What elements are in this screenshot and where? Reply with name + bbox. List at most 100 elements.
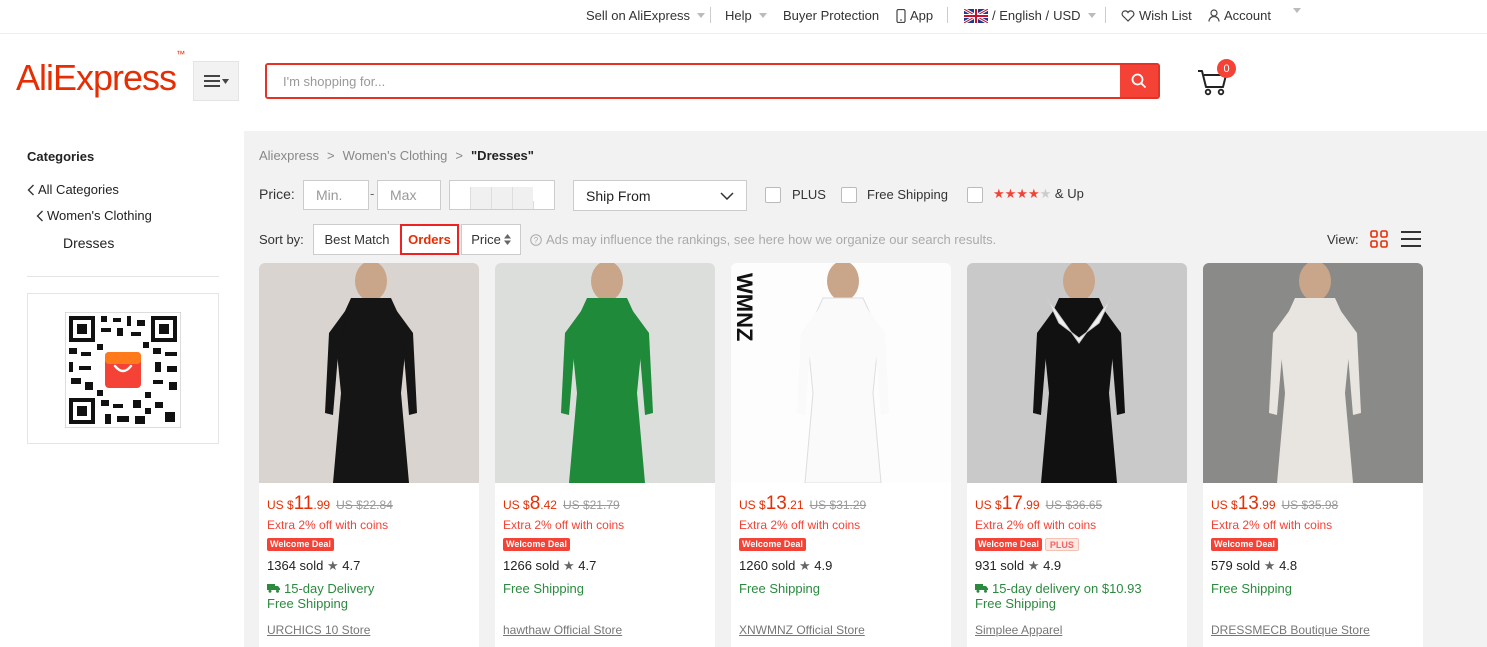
max-price-input[interactable]: Max [377, 180, 441, 210]
chevron-left-icon [36, 210, 43, 221]
current-price: US $8.42 [503, 493, 557, 515]
sort-price-button[interactable]: Price [461, 224, 521, 255]
price-row: US $17.99 US $36.65 [975, 493, 1181, 515]
currency: US $ [503, 498, 530, 512]
price-decimal: .99 [313, 498, 331, 512]
store-link[interactable]: DRESSMECB Boutique Store [1211, 623, 1370, 637]
min-price-input[interactable]: Min. [303, 180, 369, 210]
currency: US $ [739, 498, 766, 512]
account-dropdown[interactable] [1290, 8, 1301, 13]
current-price: US $11.99 [267, 493, 330, 515]
product-image[interactable] [495, 263, 715, 483]
free-shipping-checkbox[interactable] [841, 187, 857, 203]
welcome-deal-badge: Welcome Deal [975, 538, 1042, 551]
badge-row: Welcome Deal [503, 538, 709, 552]
product-image[interactable] [259, 263, 479, 483]
price-distribution-chart[interactable] [449, 180, 555, 210]
sold-rating-row: 1364 sold ★ 4.7 [267, 558, 473, 574]
coins-offer: Extra 2% off with coins [1211, 518, 1333, 532]
product-card[interactable]: US $11.99 US $22.84 Extra 2% off with co… [259, 263, 479, 647]
sold-rating-row: 1260 sold ★ 4.9 [739, 558, 945, 574]
app-link[interactable]: App [896, 8, 933, 23]
breadcrumb-item[interactable]: Women's Clothing [343, 148, 448, 163]
categories-menu-button[interactable] [193, 61, 239, 101]
sidebar-item-all-categories[interactable]: All Categories [27, 182, 119, 197]
brand-text: WMNZ [732, 273, 757, 341]
price-bar [512, 186, 533, 209]
product-image[interactable] [967, 263, 1187, 483]
search-input[interactable] [267, 65, 1120, 97]
help-label: Help [725, 8, 752, 23]
ship-from-dropdown[interactable]: Ship From [573, 180, 747, 211]
caret-down-icon [221, 78, 229, 84]
breadcrumb-item[interactable]: Aliexpress [259, 148, 319, 163]
product-card[interactable]: US $17.99 US $36.65 Extra 2% off with co… [967, 263, 1187, 647]
product-info: US $13.21 US $31.29 Extra 2% off with co… [739, 493, 945, 596]
sell-on-aliexpress-link[interactable]: Sell on AliExpress [586, 8, 706, 23]
product-image[interactable] [1203, 263, 1423, 483]
coins-offer: Extra 2% off with coins [503, 518, 625, 532]
list-view-icon[interactable] [1401, 231, 1421, 247]
price-bar [533, 200, 554, 209]
buyer-protection-label: Buyer Protection [783, 8, 880, 23]
plus-checkbox[interactable] [765, 187, 781, 203]
sort-best-match-button[interactable]: Best Match [313, 224, 401, 255]
sort-price-label: Price [471, 232, 501, 247]
sold-rating-row: 1266 sold ★ 4.7 [503, 558, 709, 574]
price-decimal: .99 [1258, 498, 1276, 512]
ads-notice-text: Ads may influence the rankings, see here… [546, 232, 997, 247]
current-price: US $13.21 [739, 493, 804, 515]
chevron-down-icon [697, 13, 706, 18]
store-link[interactable]: URCHICS 10 Store [267, 623, 370, 637]
store-link[interactable]: Simplee Apparel [975, 623, 1062, 637]
rating-value: 4.9 [1043, 558, 1062, 573]
coins-offer: Extra 2% off with coins [975, 518, 1097, 532]
rating-filter: ★★★★★ & Up [993, 186, 1084, 202]
aliexpress-logo[interactable]: AliExpress™ [16, 49, 185, 99]
rating-value: 4.8 [1279, 558, 1298, 573]
rating-checkbox[interactable] [967, 187, 983, 203]
logo-text: AliExpress [16, 57, 177, 98]
store-link[interactable]: XNWMNZ Official Store [739, 623, 865, 637]
product-image[interactable]: WMNZ [731, 263, 951, 483]
current-price: US $17.99 [975, 493, 1040, 515]
truck-icon [267, 584, 280, 593]
sort-by-label: Sort by: [259, 232, 304, 247]
sold-rating-row: 931 sold ★ 4.9 [975, 558, 1181, 574]
product-card[interactable]: US $13.99 US $35.98 Extra 2% off with co… [1203, 263, 1423, 647]
cart-button[interactable]: 0 [1196, 59, 1236, 99]
delivery-info: 15-day Delivery [267, 580, 473, 596]
cart-count-badge: 0 [1217, 59, 1236, 78]
sold-rating-row: 579 sold ★ 4.8 [1211, 558, 1417, 574]
star-icon: ★ [1263, 558, 1276, 573]
product-card[interactable]: WMNZ US $13.21 US $31.29 Extra 2% off wi… [731, 263, 951, 647]
uk-flag-icon [964, 8, 988, 23]
delivery-text: 15-day Delivery [284, 580, 375, 596]
app-qr-box [27, 293, 219, 444]
product-info: US $17.99 US $36.65 Extra 2% off with co… [975, 493, 1181, 611]
price-filter-label: Price: [259, 186, 295, 202]
original-price: US $21.79 [562, 498, 620, 512]
hamburger-icon [203, 75, 220, 87]
buyer-protection-link[interactable]: Buyer Protection [783, 8, 879, 23]
language-currency-selector[interactable]: / English / USD [964, 8, 1096, 23]
sort-orders-button[interactable]: Orders [400, 224, 459, 255]
price-bar [450, 181, 470, 209]
search-button[interactable] [1120, 65, 1158, 97]
product-info: US $13.99 US $35.98 Extra 2% off with co… [1211, 493, 1417, 596]
wish-list-link[interactable]: Wish List [1121, 8, 1192, 23]
sidebar-item-womens-clothing[interactable]: Women's Clothing [36, 208, 152, 223]
store-link[interactable]: hawthaw Official Store [503, 623, 622, 637]
welcome-deal-badge: Welcome Deal [1211, 538, 1278, 551]
grid-view-icon[interactable] [1370, 230, 1388, 248]
chevron-down-icon [720, 191, 734, 200]
dress-photo [967, 263, 1187, 483]
sidebar-item-dresses[interactable]: Dresses [63, 235, 114, 251]
product-card[interactable]: US $8.42 US $21.79 Extra 2% off with coi… [495, 263, 715, 647]
divider [1105, 7, 1106, 23]
help-link[interactable]: Help [725, 8, 767, 23]
account-link[interactable]: Account [1208, 8, 1271, 23]
ads-notice[interactable]: ? Ads may influence the rankings, see he… [530, 232, 996, 247]
current-price: US $13.99 [1211, 493, 1276, 515]
dress-photo [1203, 263, 1423, 483]
